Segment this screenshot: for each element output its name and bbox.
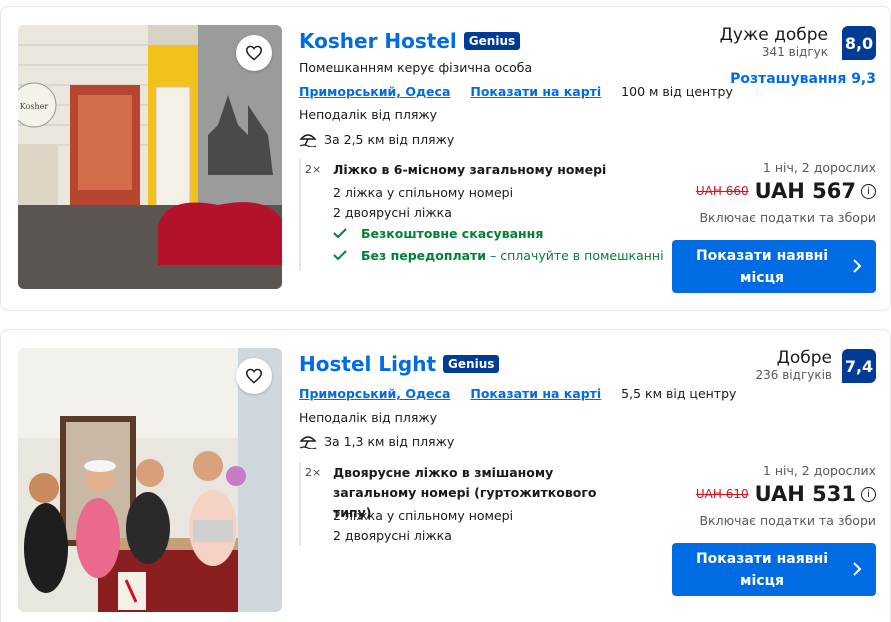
- beach-distance-row: За 2,5 км від пляжу: [299, 131, 455, 148]
- genius-badge: Genius: [443, 355, 500, 373]
- pay-at-property-text: – сплачуйте в помешканні: [486, 248, 664, 263]
- near-beach-text: Неподалік від пляжу: [299, 107, 437, 122]
- cta-label: Показати наявні місця: [695, 247, 829, 286]
- show-availability-button[interactable]: Показати наявні місця: [672, 240, 876, 293]
- beach-umbrella-icon: [299, 134, 317, 148]
- taxes-text: Включає податки та збори: [699, 210, 876, 225]
- beach-distance: За 2,5 км від пляжу: [323, 132, 455, 147]
- current-price: UAH 567: [754, 179, 856, 203]
- no-prepay-text: Без передоплати: [360, 248, 487, 263]
- genius-badge: Genius: [463, 32, 521, 50]
- location-row: Приморський, Одеса Показати на карті 100…: [299, 84, 733, 99]
- district-link[interactable]: Приморський, Одеса: [299, 386, 450, 401]
- distance-center: 5,5 км від центру: [621, 386, 737, 401]
- free-cancel-text: Безкоштовне скасування: [360, 226, 544, 241]
- location-score-text: Розташування 9,3: [730, 71, 876, 87]
- old-price: UAH 660: [695, 184, 749, 198]
- property-title[interactable]: Hostel Light: [299, 352, 436, 376]
- checkmark-icon: [333, 228, 347, 239]
- near-beach-text: Неподалік від пляжу: [299, 410, 437, 425]
- chevron-right-icon: [853, 259, 862, 273]
- no-prepay-row: Без передоплати – сплачуйте в помешканні: [333, 248, 664, 263]
- heart-icon: [245, 45, 263, 61]
- svg-text:Kosher: Kosher: [20, 102, 49, 111]
- favorite-button[interactable]: [236, 35, 272, 71]
- room-multiplier: 2×: [305, 163, 322, 176]
- beds-line-2: 2 двоярусні ліжка: [333, 205, 452, 220]
- stay-length: 1 ніч, 2 дорослих: [762, 160, 876, 175]
- taxes-info: Включає податки та збори: [699, 210, 876, 225]
- show-on-map-link[interactable]: Показати на карті: [470, 84, 601, 99]
- room-details: 2× Двоярусне ліжко в змішаному загальном…: [299, 462, 596, 546]
- property-title[interactable]: Kosher Hostel: [299, 29, 457, 53]
- review-summary[interactable]: Добре 236 відгуків: [756, 348, 832, 382]
- room-details: 2× Ліжко в 6-місному загальному номері 2…: [299, 159, 664, 271]
- free-cancel-row: Безкоштовне скасування: [333, 226, 543, 241]
- taxes-text: Включає податки та збори: [699, 513, 876, 528]
- checkmark-icon: [333, 250, 347, 261]
- review-score[interactable]: 7,4: [842, 349, 876, 383]
- cta-label: Показати наявні місця: [695, 550, 829, 589]
- current-price: UAH 531: [754, 482, 856, 506]
- beach-distance-row: За 1,3 км від пляжу: [299, 433, 455, 450]
- chevron-right-icon: [853, 562, 862, 576]
- beds-line-1: 2 ліжка у спільному номері: [333, 185, 514, 200]
- favorite-button[interactable]: [236, 358, 272, 394]
- info-icon[interactable]: i: [861, 486, 876, 502]
- review-count: 341 відгук: [761, 45, 828, 59]
- room-title: Ліжко в 6-місному загальному номері: [333, 162, 607, 177]
- info-icon[interactable]: i: [861, 183, 876, 199]
- beach-distance: За 1,3 км від пляжу: [323, 434, 455, 449]
- review-count: 236 відгуків: [755, 368, 832, 382]
- title-row: Hostel Light Genius: [299, 352, 500, 376]
- property-card-kosher-hostel: Kosher Kosher Hostel Genius Помешканням …: [0, 6, 891, 311]
- location-score: Розташування 9,3: [730, 68, 876, 87]
- show-on-map-link[interactable]: Показати на карті: [470, 386, 601, 401]
- property-photo[interactable]: Kosher: [18, 25, 282, 289]
- distance-center: 100 м від центру: [621, 84, 733, 99]
- managed-by-text: Помешканням керує фізична особа: [299, 60, 533, 75]
- old-price: UAH 610: [695, 487, 749, 501]
- stay-length: 1 ніч, 2 дорослих: [762, 463, 876, 478]
- beds-line-1: 2 ліжка у спільному номері: [333, 508, 514, 523]
- review-summary[interactable]: Дуже добре 341 відгук: [720, 25, 828, 59]
- district-link[interactable]: Приморський, Одеса: [299, 84, 450, 99]
- location-row: Приморський, Одеса Показати на карті 5,5…: [299, 386, 736, 401]
- rating-word: Дуже добре: [719, 25, 828, 45]
- price-block: UAH 660 UAH 567 i: [696, 179, 876, 203]
- taxes-info: Включає податки та збори: [699, 513, 876, 528]
- property-card-hostel-light: Hostel Light Genius Приморський, Одеса П…: [0, 329, 891, 622]
- beds-line-2: 2 двоярусні ліжка: [333, 528, 452, 543]
- title-row: Kosher Hostel Genius: [299, 29, 521, 53]
- price-block: UAH 610 UAH 531 i: [696, 482, 876, 506]
- room-multiplier: 2×: [305, 466, 322, 479]
- show-availability-button[interactable]: Показати наявні місця: [672, 543, 876, 596]
- stay-info: 1 ніч, 2 дорослих: [763, 463, 876, 478]
- property-photo[interactable]: [18, 348, 282, 612]
- heart-icon: [245, 368, 263, 384]
- review-score[interactable]: 8,0: [842, 26, 876, 60]
- beach-umbrella-icon: [299, 436, 317, 450]
- rating-word: Добре: [776, 348, 832, 368]
- stay-info: 1 ніч, 2 дорослих: [763, 160, 876, 175]
